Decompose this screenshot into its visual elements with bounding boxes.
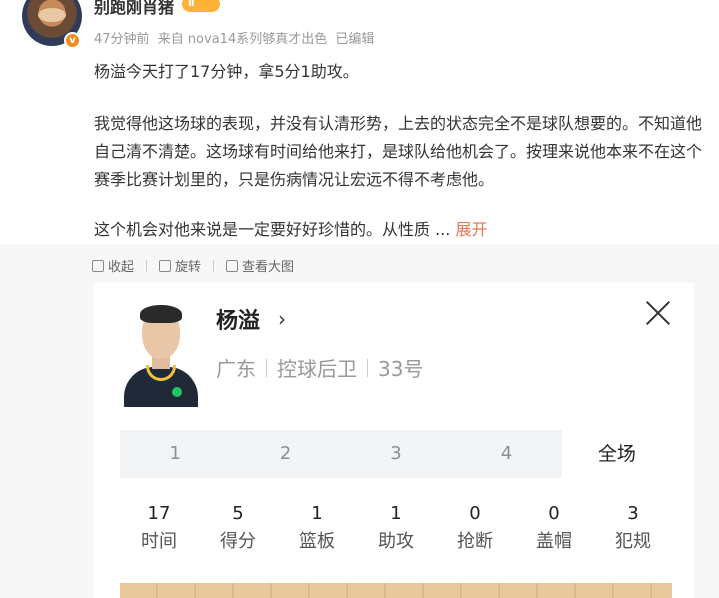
stat-value: 1 [311,503,323,524]
tab-quarter-2[interactable]: 2 [230,430,340,478]
verified-badge: v [64,32,81,49]
player-team: 广东 [216,357,256,381]
view-large-label: 查看大图 [242,260,295,275]
stat-label: 犯规 [615,531,651,552]
stat-label: 时间 [141,531,177,552]
stat-points: 5 得分 [199,501,277,557]
post-paragraph: 我觉得他这场球的表现，并没有认清形势，上去的状态完全不是球队想要的。不知道他自己… [94,114,703,189]
collapse-button[interactable]: 收起 [92,256,134,275]
tab-quarter-4[interactable]: 4 [451,430,561,478]
stat-value: 5 [232,503,244,524]
post-time[interactable]: 47分钟前 [94,32,150,47]
stat-label: 盖帽 [536,531,572,552]
stat-value: 0 [548,503,560,524]
collapse-icon [92,259,104,272]
info-divider [367,358,368,377]
level-badge: Ⅱ [182,0,220,12]
info-divider [266,358,267,377]
rotate-button[interactable]: 旋转 [159,256,201,275]
stat-value: 3 [627,503,639,524]
image-toolbar: 收起 旋转 查看大图 [92,256,294,275]
stat-value: 17 [147,503,171,524]
stat-rebounds: 1 篮板 [278,501,356,557]
close-icon[interactable] [644,299,672,327]
player-position: 控球后卫 [277,357,357,381]
stat-label: 助攻 [378,531,414,552]
post-paragraph-truncated: 这个机会对他来说是一定要好好珍惜的。从性质 ... 展开 [94,216,709,244]
stat-label: 篮板 [299,531,335,552]
stat-minutes: 17 时间 [120,501,198,557]
stat-steals: 0 抢断 [436,501,514,557]
player-name[interactable]: 杨溢 [216,303,260,335]
post-paragraph: 杨溢今天打了17分钟，拿5分1助攻。 [94,62,359,81]
stats-row: 17 时间 5 得分 1 篮板 1 助攻 0 抢断 0 盖帽 3 犯规 [120,501,672,557]
player-photo [120,297,202,407]
expand-link[interactable]: 展开 [455,220,487,239]
rotate-label: 旋转 [175,260,202,275]
player-info: 广东 控球后卫 33号 [216,353,423,382]
stat-value: 0 [469,503,481,524]
stat-label: 得分 [220,531,256,552]
view-large-button[interactable]: 查看大图 [226,256,294,275]
stat-blocks: 0 盖帽 [515,501,593,557]
collapse-label: 收起 [108,260,135,275]
tab-quarter-1[interactable]: 1 [120,430,230,478]
post-source: 来自 nova14系列够真才出色 [157,32,328,47]
stat-label: 抢断 [457,531,493,552]
player-number: 33号 [378,357,424,381]
stat-fouls: 3 犯规 [594,501,672,557]
view-large-icon [226,259,239,272]
edited-label[interactable]: 已编辑 [335,32,374,47]
username[interactable]: 别跑刚肖猪 [94,0,174,18]
toolbar-divider [146,259,148,272]
toolbar-divider [213,259,215,272]
stat-value: 1 [390,503,402,524]
chevron-right-icon[interactable]: › [278,307,286,331]
court-floor [120,583,672,598]
post-meta: 47分钟前 来自 nova14系列够真才出色 已编辑 [94,28,378,47]
quarter-tabs: 1 2 3 4 全场 [120,430,673,478]
post-paragraph-text: 这个机会对他来说是一定要好好珍惜的。从性质 ... [94,220,451,239]
stat-assists: 1 助攻 [357,501,435,557]
tab-full-game[interactable]: 全场 [561,430,673,478]
player-stat-card: 杨溢 › 广东 控球后卫 33号 1 2 3 4 全场 17 时间 5 得分 1… [94,283,694,598]
tab-quarter-3[interactable]: 3 [341,430,451,478]
rotate-icon [159,259,172,272]
